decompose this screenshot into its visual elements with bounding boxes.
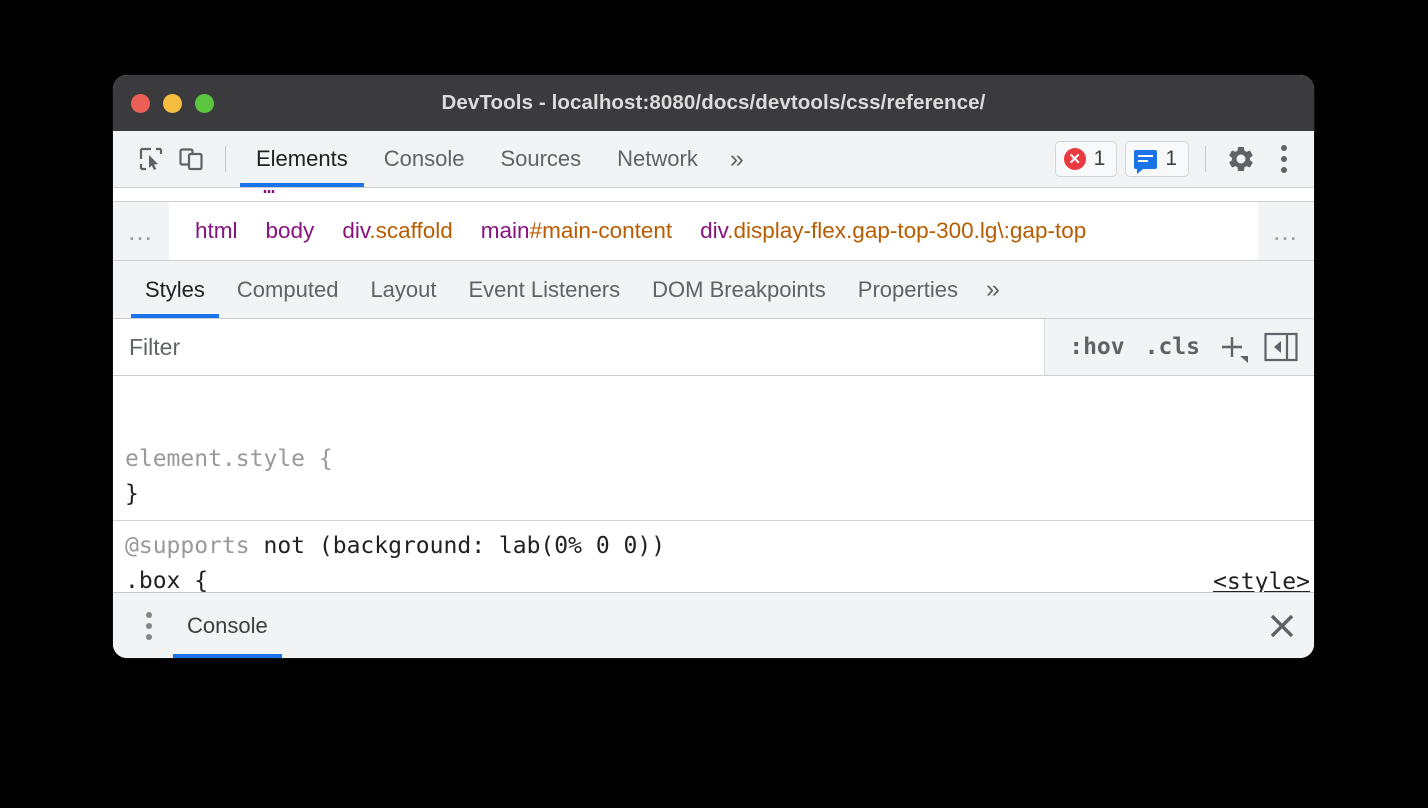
- styles-filter-bar: :hov .cls: [113, 319, 1314, 376]
- new-style-rule-button[interactable]: [1210, 325, 1254, 369]
- breadcrumb-suffix: #main-content: [530, 218, 673, 243]
- tab-elements-label: Elements: [256, 146, 348, 172]
- breadcrumb-tag: main: [481, 218, 530, 243]
- error-count-badge[interactable]: ✕ 1: [1055, 141, 1118, 177]
- tab-properties[interactable]: Properties: [842, 261, 974, 318]
- styles-toolbar: :hov .cls: [1044, 319, 1314, 375]
- tab-network[interactable]: Network: [599, 131, 716, 187]
- message-count-badge[interactable]: 1: [1125, 141, 1189, 177]
- rule-selector-line[interactable]: element.style {: [125, 442, 1314, 477]
- device-toolbar-icon[interactable]: [171, 139, 211, 179]
- breadcrumb-items: html body div.scaffold main#main-content…: [169, 202, 1258, 260]
- devtools-main-toolbar: Elements Console Sources Network » ✕ 1: [113, 131, 1314, 188]
- at-supports-keyword: @supports: [125, 533, 250, 559]
- breadcrumb-tag: body: [266, 218, 315, 243]
- tab-layout-label: Layout: [370, 277, 436, 303]
- tab-console-label: Console: [384, 146, 465, 172]
- toolbar-divider-right: [1205, 146, 1206, 172]
- rule-selector: .box {: [125, 568, 208, 594]
- message-count-value: 1: [1165, 147, 1177, 171]
- breadcrumb-tag: div: [342, 218, 369, 243]
- tab-computed[interactable]: Computed: [221, 261, 355, 318]
- zoom-window-button[interactable]: [195, 94, 214, 113]
- minimize-window-button[interactable]: [163, 94, 182, 113]
- dom-tree-fragment: …: [263, 188, 275, 198]
- drawer: Console: [113, 592, 1314, 658]
- tab-network-label: Network: [617, 146, 698, 172]
- tab-console[interactable]: Console: [366, 131, 483, 187]
- breadcrumb-item-main-content[interactable]: main#main-content: [467, 218, 686, 244]
- breadcrumb-tag: html: [195, 218, 238, 243]
- panel-tab-list: Elements Console Sources Network »: [238, 131, 758, 187]
- toolbar-divider: [225, 146, 226, 172]
- window-titlebar: DevTools - localhost:8080/docs/devtools/…: [113, 75, 1314, 131]
- rule-selector: element.style {: [125, 446, 333, 472]
- dom-tree-sliver[interactable]: …: [113, 188, 1314, 202]
- close-window-button[interactable]: [131, 94, 150, 113]
- rule-at-rule-line: @supports not (background: lab(0% 0 0)): [125, 529, 1314, 564]
- more-panels-icon[interactable]: »: [716, 131, 758, 187]
- tab-elements[interactable]: Elements: [238, 131, 366, 187]
- breadcrumb-overflow-left[interactable]: …: [113, 202, 169, 260]
- traffic-light-buttons: [131, 94, 214, 113]
- filter-input[interactable]: [113, 319, 1044, 375]
- tab-layout[interactable]: Layout: [354, 261, 452, 318]
- tab-computed-label: Computed: [237, 277, 339, 303]
- breadcrumb-item-div-display-flex[interactable]: div.display-flex.gap-top-300.lg\:gap-top: [686, 218, 1100, 244]
- breadcrumb-item-body[interactable]: body: [252, 218, 329, 244]
- error-icon: ✕: [1064, 148, 1086, 170]
- close-icon[interactable]: [1250, 593, 1314, 658]
- tab-styles-label: Styles: [145, 277, 205, 303]
- tab-dom-breakpoints-label: DOM Breakpoints: [652, 277, 826, 303]
- breadcrumb: … html body div.scaffold main#main-conte…: [113, 202, 1314, 261]
- at-supports-condition: not (background: lab(0% 0 0)): [263, 533, 665, 559]
- tab-event-listeners[interactable]: Event Listeners: [453, 261, 637, 318]
- message-icon: [1134, 150, 1157, 169]
- tab-sources-label: Sources: [500, 146, 581, 172]
- breadcrumb-overflow-right[interactable]: …: [1258, 202, 1314, 260]
- drawer-tab-console-label: Console: [187, 613, 268, 639]
- breadcrumb-item-div-scaffold[interactable]: div.scaffold: [328, 218, 466, 244]
- inspect-element-icon[interactable]: [131, 139, 171, 179]
- toggle-pseudo-states-button[interactable]: :hov: [1059, 334, 1134, 360]
- gear-icon[interactable]: [1222, 140, 1260, 178]
- devtools-panel: Elements Console Sources Network » ✕ 1: [113, 131, 1314, 658]
- tab-event-listeners-label: Event Listeners: [469, 277, 621, 303]
- breadcrumb-suffix: .display-flex.gap-top-300.lg\:gap-top: [727, 218, 1086, 243]
- tab-dom-breakpoints[interactable]: DOM Breakpoints: [636, 261, 842, 318]
- breadcrumb-tag: div: [700, 218, 727, 243]
- tab-sources[interactable]: Sources: [482, 131, 599, 187]
- drawer-tab-console[interactable]: Console: [171, 593, 284, 658]
- tab-properties-label: Properties: [858, 277, 958, 303]
- style-rule-element-style[interactable]: element.style { }: [113, 434, 1314, 521]
- styles-pane-tab-list: Styles Computed Layout Event Listeners D…: [113, 261, 1314, 319]
- more-options-icon[interactable]: [1268, 140, 1300, 178]
- toolbar-right-group: ✕ 1 1: [1055, 140, 1300, 178]
- drawer-more-tools-icon[interactable]: [127, 593, 171, 658]
- toggle-computed-sidebar-icon[interactable]: [1260, 326, 1302, 368]
- more-pane-tabs-icon[interactable]: »: [974, 261, 1012, 318]
- rule-close-brace: }: [125, 477, 1314, 512]
- error-count-value: 1: [1094, 147, 1106, 171]
- window-title: DevTools - localhost:8080/docs/devtools/…: [113, 91, 1314, 115]
- breadcrumb-suffix: .scaffold: [369, 218, 452, 243]
- breadcrumb-item-html[interactable]: html: [181, 218, 252, 244]
- tab-styles[interactable]: Styles: [129, 261, 221, 318]
- toggle-class-editor-button[interactable]: .cls: [1135, 334, 1210, 360]
- devtools-window: DevTools - localhost:8080/docs/devtools/…: [113, 75, 1314, 658]
